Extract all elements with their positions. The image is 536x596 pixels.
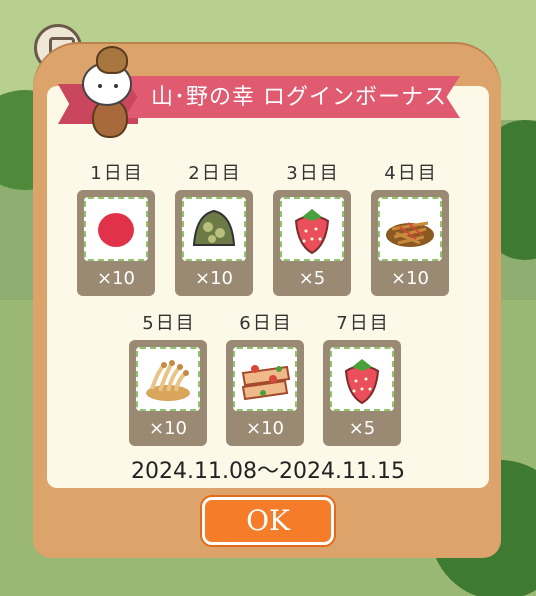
day-label: 6日目 (239, 313, 293, 334)
reward-card: ×10 (226, 340, 304, 446)
day-label: 1日目 (90, 163, 144, 184)
enoki-mushroom-icon (136, 347, 200, 411)
strawberry-icon (330, 347, 394, 411)
day-label: 4日目 (384, 163, 438, 184)
red-fruit-icon (84, 197, 148, 261)
reward-card: ×10 (129, 340, 207, 446)
dialog-title: 山･野の幸 ログインボーナス (151, 85, 447, 110)
day-label: 7日目 (336, 313, 390, 334)
day-label: 3日目 (286, 163, 340, 184)
ok-button[interactable]: OK (202, 497, 334, 545)
reward-quantity: ×10 (97, 268, 135, 289)
reward-card: ×10 (175, 190, 253, 296)
stir-fry-icon (233, 347, 297, 411)
reward-quantity: ×10 (195, 268, 233, 289)
mushroom-rice-ball-icon (182, 197, 246, 261)
strawberry-icon (280, 197, 344, 261)
day-label: 2日目 (188, 163, 242, 184)
reward-quantity: ×10 (391, 268, 429, 289)
day-label: 5日目 (142, 313, 196, 334)
reward-quantity: ×5 (298, 268, 326, 289)
rabbit-mascot-icon (78, 46, 146, 138)
reward-card: ×10 (371, 190, 449, 296)
kinpira-icon (378, 197, 442, 261)
event-period: 2024.11.08～2024.11.15 (131, 459, 405, 484)
reward-card: ×10 (77, 190, 155, 296)
reward-quantity: ×10 (246, 418, 284, 439)
reward-card: ×5 (273, 190, 351, 296)
reward-card: ×5 (323, 340, 401, 446)
reward-quantity: ×10 (149, 418, 187, 439)
reward-quantity: ×5 (348, 418, 376, 439)
